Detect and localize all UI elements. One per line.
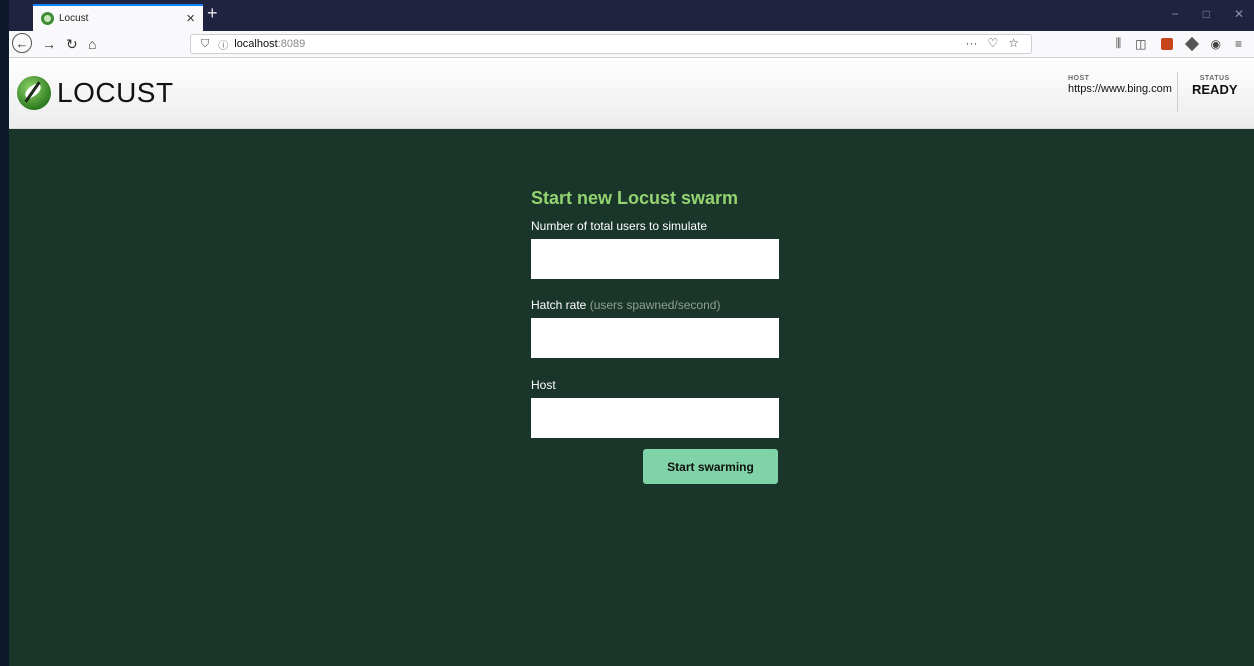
window-left-edge	[0, 0, 9, 666]
host-input[interactable]	[531, 398, 779, 438]
status-value: READY	[1192, 82, 1238, 97]
sidebar-icon[interactable]: ◫	[1135, 37, 1146, 51]
back-icon[interactable]: ←	[12, 33, 32, 53]
status-label: STATUS	[1199, 75, 1230, 82]
app-header: LOCUST HOST https://www.bing.com STATUS …	[9, 58, 1254, 129]
account-icon[interactable]: ◉	[1211, 37, 1221, 51]
users-input[interactable]	[531, 239, 779, 279]
library-icon[interactable]: ⫼	[1116, 36, 1122, 51]
header-status: STATUS READY	[1192, 75, 1238, 97]
locust-logo: LOCUST	[17, 76, 174, 110]
pocket-icon[interactable]: ♡	[987, 36, 998, 50]
window-controls: − □ ✕	[1172, 7, 1244, 21]
shield-icon[interactable]: ⛉	[201, 38, 209, 51]
users-label: Number of total users to simulate	[531, 219, 708, 233]
browser-navbar: ← → ↻ ⌂ ⛉ ⓘ localhost:8089 ··· ♡ ☆ ⫼ ◫ ◉…	[0, 31, 1254, 58]
extension-icon[interactable]	[1160, 37, 1173, 50]
info-icon[interactable]: ⓘ	[218, 37, 228, 52]
hatch-rate-input[interactable]	[531, 318, 779, 358]
hatch-rate-hint: (users spawned/second)	[589, 298, 721, 312]
cube-extension-icon[interactable]	[1184, 36, 1199, 51]
close-window-icon[interactable]: ✕	[1234, 7, 1244, 21]
header-host: HOST https://www.bing.com	[1068, 75, 1172, 95]
browser-toolbar: ⫼ ◫ ◉ ≡	[1116, 36, 1242, 51]
form-title: Start new Locust swarm	[531, 188, 739, 208]
hatch-rate-label: Hatch rate (users spawned/second)	[531, 298, 779, 312]
header-divider	[1177, 72, 1178, 112]
tab-close-icon[interactable]: ×	[186, 11, 195, 26]
hatch-rate-label-text: Hatch rate	[531, 298, 587, 312]
start-swarm-form: Start new Locust swarm Number of total u…	[531, 188, 779, 438]
browser-tab-strip: Locust × + − □ ✕	[0, 0, 1254, 31]
locust-logo-icon	[17, 76, 51, 110]
browser-tab-locust[interactable]: Locust ×	[33, 4, 203, 31]
host-value: https://www.bing.com	[1068, 83, 1172, 95]
host-field-label: Host	[531, 378, 556, 392]
url-bar[interactable]: ⛉ ⓘ localhost:8089 ··· ♡ ☆	[190, 34, 1032, 54]
host-label: HOST	[1068, 75, 1090, 82]
locust-favicon-icon	[41, 12, 54, 25]
minimize-icon[interactable]: −	[1172, 7, 1179, 21]
url-host: localhost	[234, 38, 278, 50]
bookmark-star-icon[interactable]: ☆	[1008, 36, 1019, 50]
start-swarming-button[interactable]: Start swarming	[643, 449, 778, 484]
reload-icon[interactable]: ↻	[66, 34, 78, 54]
url-port: :8089	[277, 38, 306, 50]
menu-icon[interactable]: ≡	[1235, 37, 1242, 51]
tab-title: Locust	[59, 13, 89, 24]
forward-icon[interactable]: →	[42, 34, 56, 54]
logo-text: LOCUST	[57, 77, 174, 108]
more-icon[interactable]: ···	[965, 36, 977, 50]
url-actions: ··· ♡ ☆	[965, 36, 1019, 50]
maximize-icon[interactable]: □	[1203, 7, 1210, 21]
home-icon[interactable]: ⌂	[88, 34, 96, 54]
new-tab-icon[interactable]: +	[207, 3, 218, 24]
